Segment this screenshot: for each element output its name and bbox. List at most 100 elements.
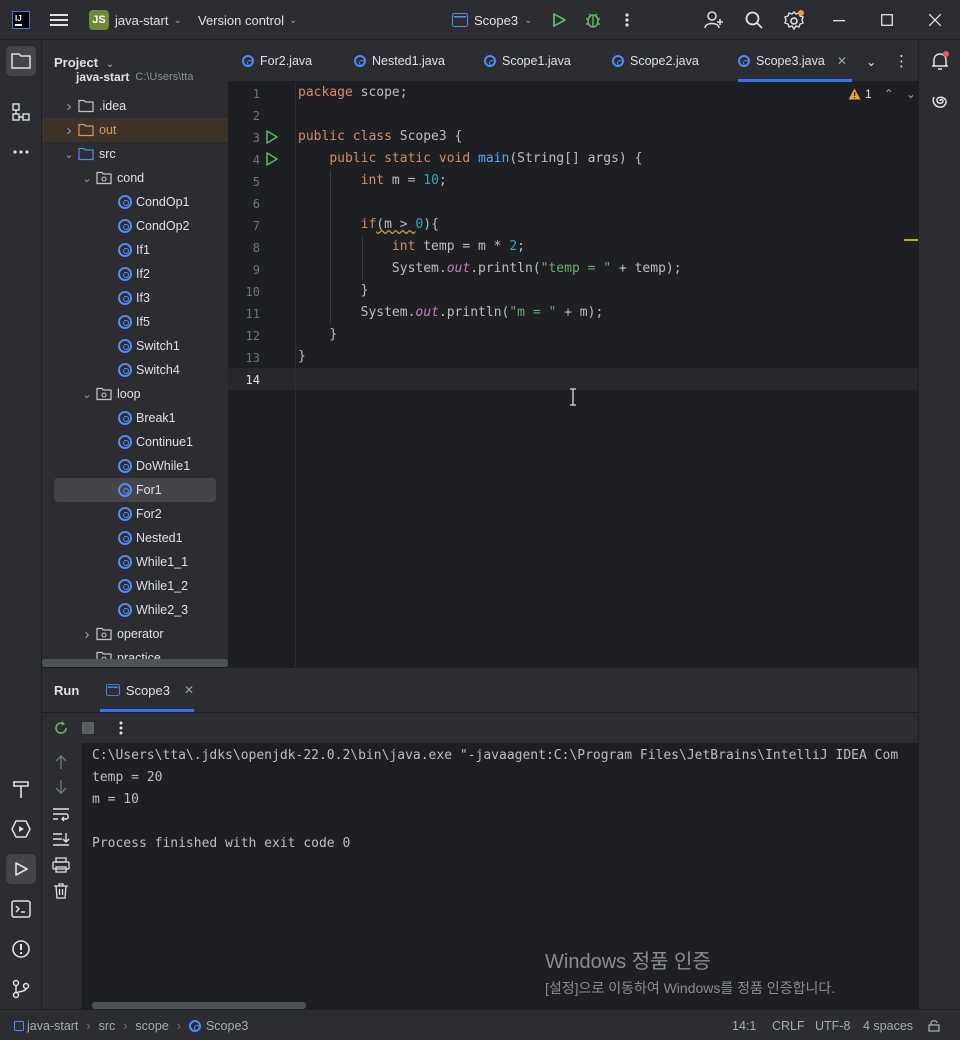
chevron-right-icon[interactable]: › [62, 122, 76, 139]
structure-tool-button[interactable] [6, 97, 36, 127]
soft-wrap-icon[interactable] [52, 806, 70, 822]
breadcrumb-item[interactable]: Scope3 [206, 1019, 248, 1033]
next-highlight-icon[interactable]: ⌄ [906, 87, 916, 101]
line-number: 9 [252, 263, 260, 277]
scroll-to-end-icon[interactable] [52, 831, 70, 847]
tree-item-cond[interactable]: ⌄ cond [42, 166, 228, 190]
services-tool-button[interactable] [6, 814, 36, 844]
app-logo-icon[interactable]: IJ [12, 0, 30, 40]
chevron-right-icon[interactable]: › [62, 98, 76, 115]
settings-gear-icon[interactable] [783, 0, 805, 40]
add-user-icon[interactable] [704, 0, 724, 40]
tree-item-src[interactable]: ⌄ src [42, 142, 228, 166]
tree-root[interactable]: java-start C:\Users\tta [42, 70, 228, 84]
tree-item-if2[interactable]: If2 [42, 262, 228, 286]
tree-item-while2-3[interactable]: While2_3 [42, 598, 228, 622]
breadcrumb-item[interactable]: java-start [27, 1019, 78, 1033]
minimize-button[interactable] [833, 0, 845, 40]
main-menu-icon[interactable] [50, 0, 68, 40]
search-icon[interactable] [744, 0, 764, 40]
class-icon [118, 435, 132, 449]
arrow-down-icon[interactable] [54, 779, 68, 795]
tree-item-switch4[interactable]: Switch4 [42, 358, 228, 382]
print-icon[interactable] [52, 857, 70, 873]
more-tools-icon[interactable] [6, 137, 36, 167]
previous-highlight-icon[interactable]: ⌃ [884, 87, 894, 101]
build-tool-button[interactable] [6, 774, 36, 804]
run-config-selector[interactable]: Scope3 ⌄ [452, 0, 532, 40]
run-tool-button[interactable] [6, 854, 36, 884]
tree-horizontal-scrollbar[interactable] [42, 659, 228, 667]
editor-tab-scope3-java[interactable]: Scope3.java ✕ [738, 40, 852, 82]
rerun-icon[interactable] [53, 720, 69, 736]
close-window-button[interactable] [929, 0, 941, 40]
inspection-widget[interactable]: 1 ⌃ ⌄ [848, 87, 916, 101]
caret-position[interactable]: 14:1 [732, 1010, 756, 1040]
terminal-tool-button[interactable] [6, 894, 36, 924]
more-actions-icon[interactable] [620, 0, 634, 40]
breadcrumb-item[interactable]: scope [135, 1019, 168, 1033]
breadcrumb-item[interactable]: src [99, 1019, 116, 1033]
tree-item-condop1[interactable]: CondOp1 [42, 190, 228, 214]
version-control-menu[interactable]: Version control ⌄ [198, 0, 297, 40]
run-button[interactable] [551, 0, 567, 40]
run-tab-scope3[interactable]: Scope3 ✕ [100, 668, 194, 712]
tree-item-loop[interactable]: ⌄ loop [42, 382, 228, 406]
read-only-toggle[interactable] [928, 1010, 940, 1040]
line-separator[interactable]: CRLF [772, 1010, 805, 1040]
run-icon [15, 862, 28, 876]
tree-item-if5[interactable]: If5 [42, 310, 228, 334]
editor-tab-scope1-java[interactable]: Scope1.java [484, 40, 571, 82]
project-switcher[interactable]: JS java-start ⌄ [89, 0, 182, 40]
tree-item-if1[interactable]: If1 [42, 238, 228, 262]
tabs-dropdown-chevron-icon[interactable]: ⌄ [866, 40, 876, 82]
line-number: 10 [245, 285, 260, 299]
problems-icon [12, 940, 30, 958]
problems-tool-button[interactable] [6, 934, 36, 964]
tree-item-switch1[interactable]: Switch1 [42, 334, 228, 358]
file-encoding[interactable]: UTF-8 [815, 1010, 850, 1040]
run-gutter-icon[interactable] [265, 152, 279, 166]
chevron-down-icon[interactable]: ⌄ [80, 388, 94, 401]
editor-tab-scope2-java[interactable]: Scope2.java [612, 40, 699, 82]
tree-item-while1-1[interactable]: While1_1 [42, 550, 228, 574]
close-tab-icon[interactable]: ✕ [837, 54, 847, 68]
indent-setting[interactable]: 4 spaces [863, 1010, 913, 1040]
tree-item-out[interactable]: › out [42, 118, 228, 142]
tree-item-for2[interactable]: For2 [42, 502, 228, 526]
tree-item-nested1[interactable]: Nested1 [42, 526, 228, 550]
tree-item-condop2[interactable]: CondOp2 [42, 214, 228, 238]
more-actions-icon[interactable] [114, 720, 128, 736]
tree-item-operator[interactable]: › operator [42, 622, 228, 646]
tree-item-continue1[interactable]: Continue1 [42, 430, 228, 454]
tree-item-dowhile1[interactable]: DoWhile1 [42, 454, 228, 478]
maximize-button[interactable] [881, 0, 893, 40]
ai-assistant-button[interactable] [925, 86, 955, 116]
tree-item-label: For1 [136, 483, 162, 497]
editor-tab-nested1-java[interactable]: Nested1.java [354, 40, 445, 82]
tree-item--idea[interactable]: › .idea [42, 94, 228, 118]
warning-stripe-marker[interactable] [904, 239, 918, 241]
tree-item-while1-2[interactable]: While1_2 [42, 574, 228, 598]
code-editor[interactable]: 1 2 3 4 5 6 7 8 9 10 11 12 13 14 package scope; publi… [228, 82, 918, 667]
editor-tab-for2-java[interactable]: For2.java [242, 40, 312, 82]
debug-button[interactable] [584, 0, 602, 40]
chevron-down-icon[interactable]: ⌄ [80, 172, 94, 185]
more-actions-icon[interactable]: ⋮ [894, 40, 909, 82]
console-horizontal-scrollbar[interactable] [92, 1002, 306, 1009]
tree-item-if3[interactable]: If3 [42, 286, 228, 310]
tree-item-for1[interactable]: For1 [54, 478, 216, 502]
arrow-up-icon[interactable] [54, 754, 68, 770]
module-icon [14, 1020, 24, 1031]
stop-icon[interactable] [81, 721, 95, 735]
close-tab-icon[interactable]: ✕ [184, 683, 194, 697]
tree-item-break1[interactable]: Break1 [42, 406, 228, 430]
chevron-down-icon[interactable]: ⌄ [62, 148, 76, 161]
git-tool-button[interactable] [6, 974, 36, 1004]
project-tool-button[interactable] [6, 46, 36, 76]
notifications-button[interactable] [925, 46, 955, 76]
trash-icon[interactable] [53, 883, 69, 899]
project-panel-title[interactable]: Project ⌄ [54, 55, 114, 70]
run-gutter-icon[interactable] [265, 130, 279, 144]
chevron-right-icon[interactable]: › [80, 626, 94, 643]
